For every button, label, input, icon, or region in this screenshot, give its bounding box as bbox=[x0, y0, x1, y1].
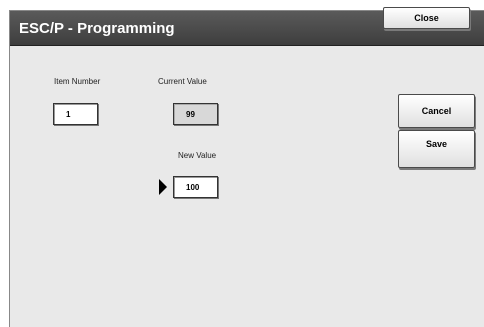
current-value-label: Current Value bbox=[158, 77, 207, 86]
current-value-field: 99 bbox=[173, 103, 218, 125]
new-value-field[interactable]: 100 bbox=[173, 176, 218, 198]
item-number-label: Item Number bbox=[54, 77, 101, 86]
item-number-field[interactable]: 1 bbox=[53, 103, 98, 125]
page-title: ESC/P - Programming bbox=[19, 20, 175, 37]
save-button[interactable]: Save bbox=[398, 130, 475, 168]
pointer-arrow-icon bbox=[159, 179, 167, 195]
new-value-label: New Value bbox=[178, 151, 217, 160]
cancel-button[interactable]: Cancel bbox=[398, 94, 475, 128]
programming-panel: ESC/P - Programming bbox=[9, 10, 484, 327]
close-button[interactable]: Close bbox=[383, 7, 470, 29]
